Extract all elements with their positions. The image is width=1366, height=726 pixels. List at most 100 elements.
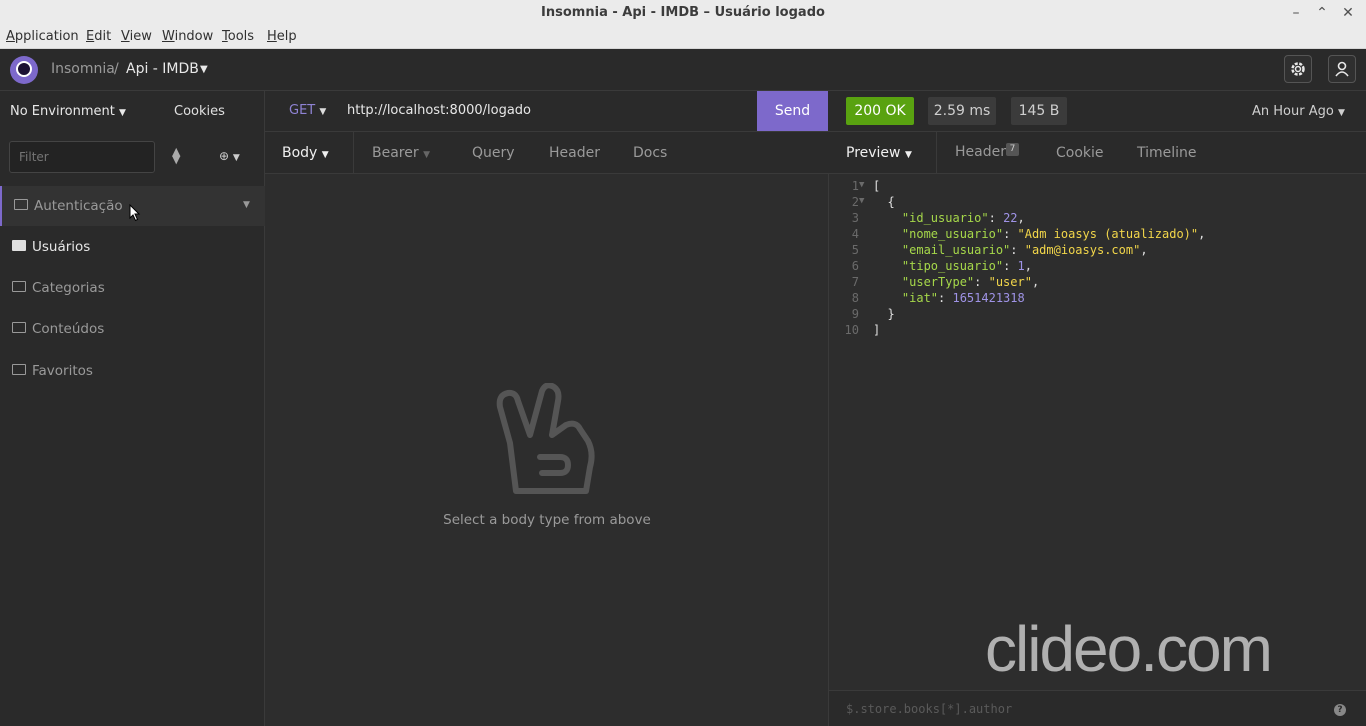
sidebar-folder-usuarios[interactable]: Usuários <box>0 227 265 267</box>
tab-divider <box>936 132 937 174</box>
sidebar-folder-categorias[interactable]: Categorias <box>0 268 265 308</box>
tab-auth-label: Bearer <box>372 145 419 161</box>
breadcrumb-brand[interactable]: Insomnia <box>51 61 115 77</box>
tab-divider <box>353 132 354 174</box>
cookies-button[interactable]: Cookies <box>174 104 225 119</box>
code-line: 9 } <box>851 307 895 321</box>
fold-arrow-icon: ▼ <box>859 196 865 206</box>
json-value: "adm@ioasys.com" <box>1024 243 1141 257</box>
tab-body-label: Body <box>282 145 318 161</box>
settings-button[interactable] <box>1284 55 1312 83</box>
menu-window[interactable]: Window <box>162 29 213 44</box>
response-filter-bar: $.store.books[*].author ? <box>829 690 1366 726</box>
chevron-down-icon: ▼ <box>232 153 240 163</box>
code-line: 3 "id_usuario": 22, <box>851 211 1025 225</box>
chevron-down-icon: ▼ <box>423 150 430 160</box>
sidebar-folder-conteudos[interactable]: Conteúdos <box>0 309 265 349</box>
header-count-badge: 7 <box>1006 143 1019 156</box>
account-button[interactable] <box>1328 55 1356 83</box>
sidebar-folder-favoritos[interactable]: Favoritos <box>0 351 265 391</box>
method-selector[interactable]: GET ▼ <box>289 103 326 118</box>
json-key: "nome_usuario" <box>901 227 1004 241</box>
menu-edit[interactable]: Edit <box>86 29 111 44</box>
tab-header[interactable]: Header <box>549 145 600 161</box>
history-label: An Hour Ago <box>1252 104 1334 119</box>
tab-docs[interactable]: Docs <box>633 145 667 161</box>
url-input[interactable]: http://localhost:8000/logado <box>347 103 531 118</box>
response-history-dropdown[interactable]: An Hour Ago ▼ <box>1252 104 1345 119</box>
folder-open-icon <box>12 240 26 251</box>
chevron-down-icon: ▼ <box>118 108 126 118</box>
folder-menu-icon[interactable]: ▼ <box>243 200 250 210</box>
watermark: clideo.com <box>985 613 1273 685</box>
window-title: Insomnia - Api - IMDB – Usuário logado <box>541 5 825 20</box>
menu-view[interactable]: View <box>121 29 152 44</box>
insomnia-logo-icon[interactable] <box>10 56 38 84</box>
workspace-name[interactable]: Api - IMDB <box>126 61 199 77</box>
filter-input[interactable] <box>9 141 155 173</box>
code-line: 6 "tipo_usuario": 1, <box>851 259 1032 273</box>
tab-response-header[interactable]: Header <box>955 144 1006 160</box>
folder-label: Conteúdos <box>32 321 105 337</box>
gear-icon <box>1291 62 1305 76</box>
user-icon <box>1335 61 1349 77</box>
json-value: "user" <box>988 275 1032 289</box>
tab-body[interactable]: Body ▼ <box>282 145 329 161</box>
folder-icon <box>12 322 26 333</box>
request-tabs <box>265 132 829 174</box>
menu-bar: Application Edit View Window Tools Help <box>0 26 1366 49</box>
json-value: "Adm ioasys (atualizado)" <box>1017 227 1199 241</box>
add-item-button[interactable]: ⊕ ▼ <box>219 149 240 163</box>
breadcrumb-separator: / <box>114 61 119 77</box>
code-line: 8 "iat": 1651421318 <box>851 291 1025 305</box>
json-key: "id_usuario" <box>901 211 989 225</box>
maximize-button[interactable]: ⌃ <box>1312 3 1332 23</box>
folder-label: Categorias <box>32 280 105 296</box>
response-size-badge: 145 B <box>1011 97 1067 125</box>
tab-timeline[interactable]: Timeline <box>1137 145 1197 161</box>
chevron-down-icon: ▼ <box>1337 108 1345 118</box>
tab-preview-label: Preview <box>846 145 901 161</box>
code-line: 2 ▼ { <box>851 195 895 209</box>
workspace-dropdown-icon[interactable]: ▼ <box>200 64 208 75</box>
json-value: 22 <box>1003 211 1018 225</box>
tab-preview[interactable]: Preview ▼ <box>846 145 912 161</box>
chevron-down-icon: ▼ <box>904 150 912 160</box>
code-line: 1 ▼[ <box>851 179 881 193</box>
plus-circle-icon: ⊕ <box>219 149 230 163</box>
folder-icon <box>14 199 28 210</box>
response-filter-input[interactable]: $.store.books[*].author <box>846 702 1012 716</box>
folder-label: Autenticação <box>34 198 123 214</box>
window-titlebar: Insomnia - Api - IMDB – Usuário logado –… <box>0 0 1366 26</box>
code-line: 4 "nome_usuario": "Adm ioasys (atualizad… <box>851 227 1206 241</box>
code-line: 10] <box>844 323 881 337</box>
chevron-down-icon: ▼ <box>319 107 327 117</box>
code-line: 5 "email_usuario": "adm@ioasys.com", <box>851 243 1148 257</box>
environment-selector[interactable]: No Environment ▼ <box>10 104 126 119</box>
menu-application[interactable]: Application <box>6 29 79 44</box>
sort-icon[interactable]: ▲ ▼ <box>172 146 180 165</box>
minimize-button[interactable]: – <box>1286 3 1306 23</box>
folder-label: Favoritos <box>32 363 93 379</box>
response-time-badge: 2.59 ms <box>928 97 996 125</box>
menu-tools[interactable]: Tools <box>222 29 254 44</box>
mouse-cursor-icon <box>129 204 141 222</box>
send-button[interactable]: Send <box>757 91 828 131</box>
code-line: 7 "userType": "user", <box>851 275 1040 289</box>
folder-icon <box>12 281 26 292</box>
tab-auth[interactable]: Bearer ▼ <box>372 145 430 161</box>
json-key: "email_usuario" <box>901 243 1011 257</box>
close-button[interactable]: ✕ <box>1338 3 1358 23</box>
chevron-down-icon: ▼ <box>321 150 329 160</box>
empty-body-hint: Select a body type from above <box>443 512 651 528</box>
method-label: GET <box>289 103 316 118</box>
tab-cookie[interactable]: Cookie <box>1056 145 1104 161</box>
tab-query[interactable]: Query <box>472 145 515 161</box>
help-icon[interactable]: ? <box>1334 704 1346 716</box>
json-key: "iat" <box>901 291 939 305</box>
fold-arrow-icon: ▼ <box>859 180 865 190</box>
json-value: 1 <box>1017 259 1025 273</box>
status-badge: 200 OK <box>846 97 914 125</box>
sidebar-folder-autenticacao[interactable]: Autenticação ▼ <box>0 186 265 226</box>
menu-help[interactable]: Help <box>267 29 297 44</box>
